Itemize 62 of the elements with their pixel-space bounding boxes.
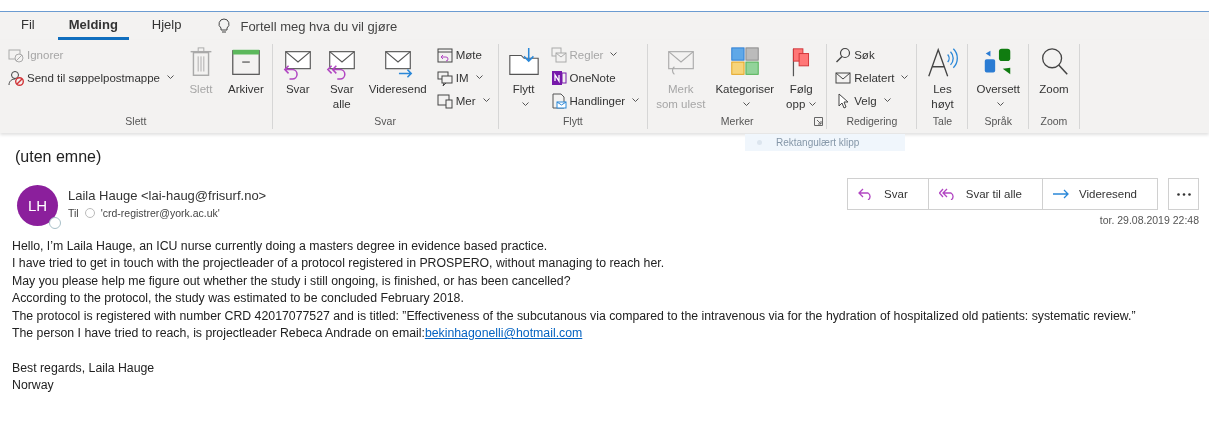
ribbon-button[interactable]: Følg opp	[780, 44, 823, 115]
group-label: Merker	[720, 115, 754, 129]
lightbulb-icon	[218, 18, 231, 34]
ribbon-button[interactable]: Møte	[434, 44, 492, 65]
ribbon-button[interactable]: Handlinger	[548, 90, 642, 111]
group-label: Zoom	[1040, 115, 1068, 129]
ribbon-button[interactable]: Relatert	[833, 67, 911, 88]
ribbon-button[interactable]: Arkiver	[223, 44, 268, 115]
recipient[interactable]: 'crd-registrer@york.ac.uk'	[100, 207, 220, 219]
blocked-person-icon	[8, 69, 24, 86]
ribbon-button[interactable]: Velg	[833, 90, 911, 111]
group-label: Svar	[374, 115, 396, 129]
avatar: LH	[17, 185, 58, 226]
chat-bubbles-icon	[436, 69, 453, 86]
more-icon	[1176, 192, 1191, 196]
email-link[interactable]: bekinhagonelli@hotmail.com	[424, 326, 583, 341]
group-label: Slett	[125, 115, 147, 129]
menu-tab[interactable]: Hjelp	[140, 12, 193, 40]
group-label: Tale	[932, 115, 953, 129]
body-text: May you please help me figure out whether the study i still ongoing, is finished, or has been cancelled?	[12, 272, 572, 290]
body-text: I have tried to get in touch with the projectleader of a protocol registered in PROSPERO, without managing to reach her.	[12, 255, 666, 273]
message-date: tor. 29.08.2019 22:48	[1099, 214, 1199, 226]
rules-icon	[550, 46, 567, 63]
devices-icon	[436, 92, 453, 109]
ribbon-button[interactable]: Les høyt	[921, 44, 964, 115]
menu-tab[interactable]: Melding	[57, 12, 129, 40]
group-label: Språk	[984, 115, 1012, 129]
ribbon-button[interactable]: OneNote	[548, 67, 642, 88]
ribbon-button[interactable]: Svar alle	[320, 44, 363, 115]
ribbon-button[interactable]: Mer	[434, 90, 492, 111]
search-icon	[835, 46, 852, 63]
ribbon-button[interactable]: Oversett	[972, 44, 1024, 115]
group-label: Flytt	[562, 115, 583, 129]
presence-icon	[49, 217, 61, 229]
group-label: Redigering	[846, 115, 898, 129]
ribbon-button[interactable]: Søk	[833, 44, 911, 65]
ribbon-button[interactable]: Videresend	[364, 44, 431, 115]
message-subject: (uten emne)	[15, 148, 103, 166]
ribbon-button[interactable]: Zoom	[1032, 44, 1075, 115]
ribbon-button[interactable]: Svar	[276, 44, 319, 115]
calendar-icon	[436, 46, 453, 63]
body-text: Norway	[12, 377, 55, 395]
envelope-icon	[835, 69, 852, 86]
body-text: Best regards, Laila Hauge	[12, 359, 156, 377]
ignore-icon	[8, 46, 24, 63]
document-envelope-icon	[550, 92, 567, 109]
sender-name: Laila Hauge <lai-haug@frisurf.no>	[68, 188, 268, 203]
to-label: Til	[68, 207, 79, 219]
tell-me-field[interactable]: Fortell meg hva du vil gjøre	[240, 18, 398, 34]
ribbon-button[interactable]: Flytt	[502, 44, 545, 115]
ribbon-button[interactable]: Kategoriser	[711, 44, 779, 115]
body-text: According to the protocol, the study was estimated to be concluded February 2018.	[12, 290, 465, 308]
body-text: Hello, I’m Laila Hauge, an ICU nurse currently doing a masters degree in evidence based practice.	[12, 238, 549, 255]
reply-all-icon	[938, 188, 956, 200]
forward-icon	[1053, 189, 1069, 199]
menu-tab[interactable]: Fil	[10, 12, 46, 40]
body-text: The person I have tried to reach, is projectleader Rebeca Andrade on email:bekinhagonelli@hotmail.com	[12, 325, 584, 343]
ribbon-button[interactable]: IM	[434, 67, 492, 88]
ribbon-button[interactable]: Send til søppelpostmappe	[6, 67, 176, 88]
body-text: The protocol is registered with number CRD 42017077527 and is titled: ”Effectiveness of the subcutanous via compared to the intravenous via for the hydration of hospitalized old patients: systematic review.”	[12, 307, 1137, 325]
notebook-icon	[550, 69, 567, 86]
dialog-launcher-icon[interactable]	[814, 117, 824, 126]
